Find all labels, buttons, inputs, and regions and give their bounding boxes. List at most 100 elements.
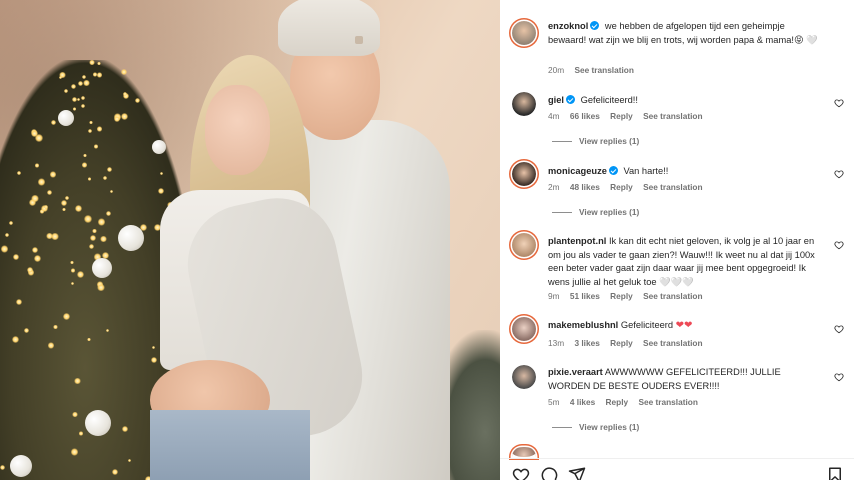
see-translation-link[interactable]: See translation [643, 111, 702, 121]
fairy-light [31, 247, 38, 253]
fairy-light [0, 245, 9, 253]
view-replies-button[interactable]: View replies (1) [552, 207, 639, 217]
see-translation-link[interactable]: See translation [643, 182, 702, 192]
tree-ornament [118, 225, 144, 251]
reply-button[interactable]: Reply [606, 397, 629, 407]
comment-username[interactable]: giel [548, 95, 564, 105]
fairy-light [83, 214, 92, 223]
fairy-light [15, 299, 22, 306]
comment-time: 5m [548, 397, 560, 407]
fairy-light [47, 342, 55, 349]
fairy-light [74, 377, 81, 385]
reply-button[interactable]: Reply [610, 338, 633, 348]
comment-text: Gefeliciteerd [620, 320, 674, 330]
fairy-light [63, 313, 70, 321]
fairy-light [96, 283, 105, 292]
comment-username[interactable]: pixie.veraart [548, 367, 603, 377]
red-heart-emoji: ❤❤ [675, 320, 693, 331]
tree-ornament [152, 140, 166, 154]
see-translation-link[interactable]: See translation [574, 65, 633, 75]
see-translation-link[interactable]: See translation [643, 291, 702, 301]
share-icon[interactable] [568, 466, 586, 480]
fairy-light [120, 112, 128, 120]
fairy-light [97, 72, 103, 78]
avatar[interactable] [512, 21, 536, 45]
fairy-light [72, 412, 78, 418]
fairy-light [134, 97, 141, 103]
fairy-light [60, 200, 67, 206]
comment-likes[interactable]: 48 likes [570, 182, 600, 192]
comment-likes[interactable]: 51 likes [570, 291, 600, 301]
fairy-light [103, 176, 108, 180]
heart-outline-icon[interactable] [834, 372, 844, 382]
fairy-light [97, 218, 106, 226]
heart-outline-icon[interactable] [834, 240, 844, 250]
avatar[interactable] [512, 233, 536, 257]
comments-panel[interactable]: enzoknol we hebben de afgelopen tijd een… [500, 0, 854, 480]
see-translation-link[interactable]: See translation [638, 397, 697, 407]
fairy-light [93, 144, 99, 149]
avatar[interactable] [512, 365, 536, 389]
fairy-light [122, 426, 128, 432]
caption-username[interactable]: enzoknol [548, 21, 588, 31]
beanie-logo [355, 36, 363, 44]
reply-button[interactable]: Reply [610, 182, 633, 192]
heart-outline-icon[interactable] [834, 169, 844, 179]
fairy-light [80, 104, 85, 109]
fairy-light [76, 97, 80, 101]
jeans [150, 410, 310, 480]
bookmark-icon[interactable] [826, 466, 844, 480]
see-translation-link[interactable]: See translation [643, 338, 702, 348]
comment-text: Gefeliciteerd!! [580, 95, 638, 105]
heart-outline-icon[interactable] [512, 466, 530, 480]
fairy-light [92, 72, 97, 77]
fairy-light [81, 96, 85, 100]
fairy-light [121, 69, 127, 75]
fairy-light [30, 194, 39, 203]
tree-ornament [10, 455, 32, 477]
fairy-light [97, 61, 101, 66]
fairy-light [23, 328, 29, 334]
post-action-bar [500, 458, 854, 480]
reply-button[interactable]: Reply [610, 111, 633, 121]
avatar[interactable] [512, 92, 536, 116]
view-replies-button[interactable]: View replies (1) [552, 136, 639, 146]
woman-face [205, 85, 270, 175]
tree-ornament [58, 110, 74, 126]
comment-username[interactable]: makemeblushnl [548, 320, 618, 330]
fairy-light [62, 207, 66, 212]
comment-icon[interactable] [540, 466, 558, 480]
caption-text: we hebben de afgelopen tijd een geheimpj… [548, 21, 818, 45]
fairy-light [89, 234, 96, 242]
post-photo[interactable] [0, 0, 500, 480]
fairy-light [79, 431, 84, 436]
comment-username[interactable]: monicageuze [548, 166, 607, 176]
comment-time: 4m [548, 111, 560, 121]
avatar[interactable] [512, 317, 536, 341]
fairy-light [70, 260, 74, 264]
view-replies-button[interactable]: View replies (1) [552, 422, 639, 432]
fairy-light [9, 221, 13, 226]
comment-text: Van harte!! [623, 166, 669, 176]
comment-likes[interactable]: 4 likes [570, 397, 595, 407]
tree-ornament [92, 258, 112, 278]
fairy-light [51, 233, 59, 241]
comment-likes[interactable]: 3 likes [574, 338, 599, 348]
comment-likes[interactable]: 66 likes [570, 111, 600, 121]
comment-time: 2m [548, 182, 560, 192]
fairy-light [123, 92, 127, 96]
avatar[interactable] [512, 447, 536, 457]
fairy-light [17, 171, 21, 175]
fairy-light [87, 337, 91, 342]
caption-time: 20m [548, 65, 565, 75]
fairy-light [34, 163, 40, 168]
comment-username[interactable]: plantenpot.nl [548, 236, 606, 246]
heart-outline-icon[interactable] [834, 324, 844, 334]
verified-icon [608, 166, 618, 175]
heart-outline-icon[interactable] [834, 98, 844, 108]
fairy-light [71, 268, 76, 273]
fairy-light [50, 120, 56, 126]
reply-button[interactable]: Reply [610, 291, 633, 301]
avatar[interactable] [512, 162, 536, 186]
fairy-light [49, 170, 57, 178]
